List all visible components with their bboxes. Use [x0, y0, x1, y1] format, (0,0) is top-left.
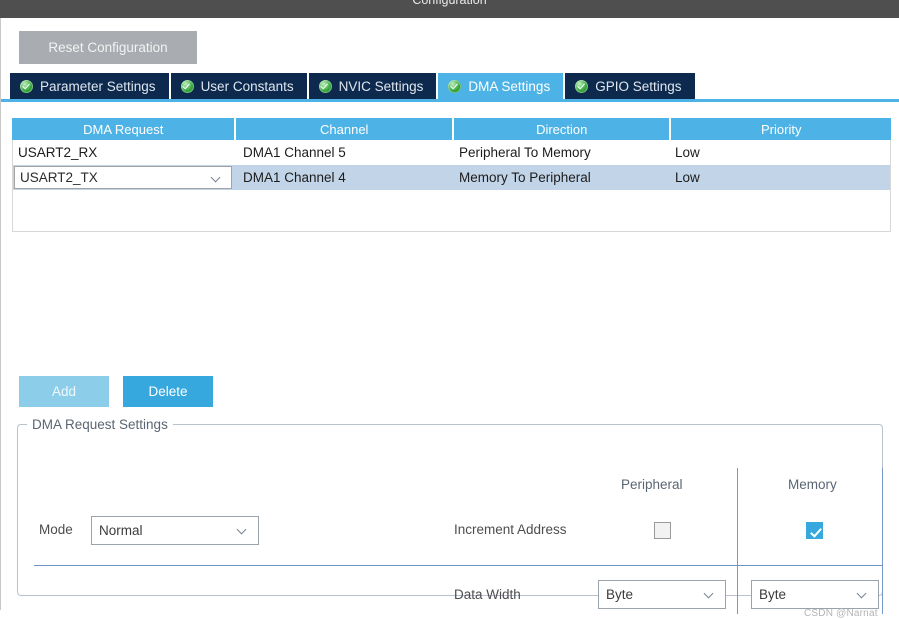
- column-header-dma-request[interactable]: DMA Request: [12, 118, 235, 140]
- increment-address-memory-checkbox[interactable]: [806, 522, 823, 539]
- tab-label: DMA Settings: [468, 78, 551, 94]
- cell-direction: Memory To Peripheral: [459, 170, 591, 185]
- cell-channel: DMA1 Channel 5: [243, 145, 346, 160]
- increment-address-label: Increment Address: [454, 522, 567, 537]
- reset-configuration-label: Reset Configuration: [48, 40, 168, 55]
- column-header-channel[interactable]: Channel: [236, 118, 452, 140]
- data-width-label: Data Width: [454, 587, 521, 602]
- tab-nvic-settings[interactable]: NVIC Settings: [308, 73, 437, 99]
- green-check-icon: [20, 79, 33, 93]
- cell-dma-request: USART2_TX: [13, 166, 238, 189]
- tab-gpio-settings[interactable]: GPIO Settings: [565, 73, 695, 99]
- dma-request-select-value: USART2_TX: [20, 170, 98, 185]
- window-title: Configuration: [412, 0, 487, 7]
- tab-label: User Constants: [200, 78, 294, 94]
- green-check-icon: [448, 79, 462, 93]
- add-button-label: Add: [51, 384, 77, 399]
- chevron-down-icon: [237, 526, 248, 533]
- delete-button[interactable]: Delete: [123, 376, 213, 407]
- memory-column-header: Memory: [788, 477, 837, 492]
- tab-label: Parameter Settings: [40, 78, 156, 94]
- table-body: USART2_RX DMA1 Channel 5 Peripheral To M…: [12, 140, 891, 232]
- mode-label: Mode: [39, 522, 73, 537]
- column-header-priority[interactable]: Priority: [671, 118, 891, 140]
- green-check-icon: [575, 79, 589, 93]
- green-check-icon: [318, 79, 332, 93]
- cell-channel: DMA1 Channel 4: [243, 170, 346, 185]
- column-divider-right: [882, 468, 883, 614]
- column-divider-left: [737, 468, 738, 614]
- row-divider: [34, 565, 882, 566]
- tab-dma-settings[interactable]: DMA Settings: [438, 73, 564, 99]
- peripheral-column-header: Peripheral: [621, 477, 683, 492]
- column-header-direction[interactable]: Direction: [453, 118, 670, 140]
- configuration-panel: Reset Configuration Parameter Settings U…: [0, 18, 899, 619]
- cell-direction: Peripheral To Memory: [459, 145, 591, 160]
- data-width-memory-value: Byte: [759, 587, 787, 602]
- dma-request-settings-group: [17, 424, 883, 596]
- table-header-row: DMA Request Channel Direction Priority: [12, 118, 891, 140]
- tab-parameter-settings[interactable]: Parameter Settings: [10, 73, 169, 99]
- delete-button-label: Delete: [148, 384, 188, 399]
- green-check-icon: [180, 79, 194, 93]
- tab-user-constants[interactable]: User Constants: [170, 73, 307, 99]
- chevron-down-icon: [857, 590, 868, 597]
- dma-request-settings-title: DMA Request Settings: [27, 417, 173, 432]
- settings-tabbar: Parameter Settings User Constants NVIC S…: [10, 73, 695, 99]
- cell-dma-request: USART2_RX: [18, 145, 98, 160]
- tab-label: GPIO Settings: [595, 78, 682, 94]
- reset-configuration-button[interactable]: Reset Configuration: [19, 31, 197, 64]
- chevron-down-icon: [211, 174, 222, 181]
- tab-label: NVIC Settings: [338, 78, 424, 94]
- cell-priority: Low: [675, 170, 700, 185]
- increment-address-peripheral-checkbox[interactable]: [654, 522, 671, 539]
- table-row[interactable]: USART2_TX DMA1 Channel 4 Memory To Perip…: [13, 165, 890, 190]
- cell-priority: Low: [675, 145, 700, 160]
- dma-request-select[interactable]: USART2_TX: [14, 166, 232, 189]
- chevron-down-icon: [704, 590, 715, 597]
- mode-select-value: Normal: [99, 523, 143, 538]
- window-titlebar: Configuration: [0, 0, 899, 18]
- data-width-peripheral-select[interactable]: Byte: [598, 580, 726, 609]
- table-row[interactable]: USART2_RX DMA1 Channel 5 Peripheral To M…: [13, 140, 890, 165]
- tabbar-underline: [1, 99, 899, 102]
- data-width-memory-select[interactable]: Byte: [751, 580, 879, 609]
- mode-select[interactable]: Normal: [91, 516, 259, 545]
- add-button[interactable]: Add: [19, 376, 109, 407]
- data-width-peripheral-value: Byte: [606, 587, 634, 602]
- dma-request-table: DMA Request Channel Direction Priority U…: [12, 118, 891, 232]
